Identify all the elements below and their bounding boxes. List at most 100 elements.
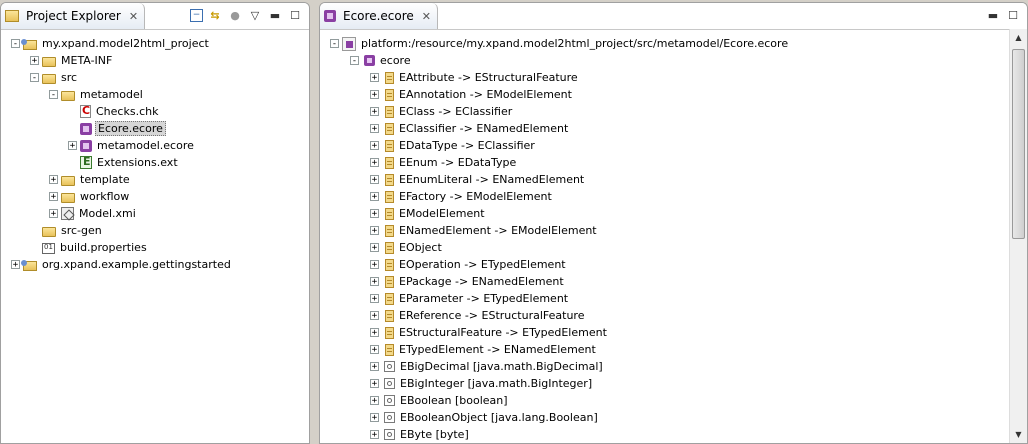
ecore-item[interactable]: + ETypedElement -> ENamedElement: [370, 341, 598, 358]
ecore-item[interactable]: + ENamedElement -> EModelElement: [370, 222, 599, 239]
tree-item-label: build.properties: [60, 241, 147, 254]
expand-icon[interactable]: +: [370, 175, 379, 185]
tree-item-label: EDataType -> EClassifier: [399, 139, 535, 152]
close-icon[interactable]: ✕: [422, 10, 431, 23]
tree-item[interactable]: - metamodel: [49, 86, 145, 103]
ecore-item[interactable]: + EAnnotation -> EModelElement: [370, 86, 574, 103]
tree-item[interactable]: + metamodel.ecore: [68, 137, 196, 154]
expand-icon[interactable]: +: [370, 124, 379, 134]
ecore-item[interactable]: + EParameter -> ETypedElement: [370, 290, 570, 307]
editor-tab-ecore[interactable]: Ecore.ecore ✕: [320, 3, 438, 29]
expand-icon[interactable]: +: [49, 209, 58, 219]
ecore-item[interactable]: + EBigDecimal [java.math.BigDecimal]: [370, 358, 605, 375]
ecore-item[interactable]: + EReference -> EStructuralFeature: [370, 307, 586, 324]
filter-icon[interactable]: ●: [227, 7, 243, 23]
expand-icon[interactable]: +: [370, 396, 379, 406]
ecore-item[interactable]: + EBoolean [boolean]: [370, 392, 510, 409]
tree-item[interactable]: - my.xpand.model2html_project: [11, 35, 211, 52]
expand-icon[interactable]: +: [370, 141, 379, 151]
tree-item[interactable]: Extensions.ext: [68, 154, 180, 171]
scroll-down-icon[interactable]: ▼: [1010, 426, 1027, 443]
ecore-item[interactable]: + EClassifier -> ENamedElement: [370, 120, 570, 137]
expand-icon[interactable]: +: [370, 73, 379, 83]
scroll-up-icon[interactable]: ▲: [1010, 29, 1027, 46]
link-with-editor-icon[interactable]: ⇆: [207, 7, 223, 23]
ecore-item[interactable]: + EByte [byte]: [370, 426, 471, 443]
collapse-all-icon[interactable]: −: [190, 8, 203, 22]
ecore-item[interactable]: + EDataType -> EClassifier: [370, 137, 537, 154]
expand-icon[interactable]: +: [370, 362, 379, 372]
expand-icon[interactable]: +: [370, 90, 379, 100]
expand-icon[interactable]: +: [370, 430, 379, 440]
package-icon: [364, 55, 375, 66]
expand-icon[interactable]: +: [370, 192, 379, 202]
expand-icon[interactable]: +: [370, 379, 379, 389]
expand-icon[interactable]: +: [30, 56, 39, 66]
project-explorer-tab[interactable]: Project Explorer ✕: [1, 3, 146, 29]
ecore-item[interactable]: + EFactory -> EModelElement: [370, 188, 554, 205]
ecore-item[interactable]: + EOperation -> ETypedElement: [370, 256, 568, 273]
tree-item-label: src: [61, 71, 78, 84]
tree-item-label: Ecore.ecore: [95, 121, 166, 136]
maximize-icon[interactable]: ☐: [287, 7, 303, 23]
expand-icon[interactable]: +: [49, 192, 58, 202]
ecore-item[interactable]: + EModelElement: [370, 205, 487, 222]
expand-icon[interactable]: +: [68, 141, 77, 151]
expand-icon[interactable]: +: [49, 175, 58, 185]
collapse-icon[interactable]: -: [30, 73, 39, 83]
tree-item[interactable]: - src: [30, 69, 79, 86]
tree-item[interactable]: Ecore.ecore: [68, 120, 166, 137]
package-node[interactable]: - ecore: [350, 52, 413, 69]
ecore-item[interactable]: + EAttribute -> EStructuralFeature: [370, 69, 580, 86]
tree-item[interactable]: src-gen: [30, 222, 104, 239]
expand-icon[interactable]: +: [370, 243, 379, 253]
tree-item[interactable]: Checks.chk: [68, 103, 160, 120]
tree-item-label: EByte [byte]: [400, 428, 469, 441]
expand-icon[interactable]: +: [370, 158, 379, 168]
ecore-item[interactable]: + EStructuralFeature -> ETypedElement: [370, 324, 609, 341]
tree-item-label: EBigDecimal [java.math.BigDecimal]: [400, 360, 603, 373]
expand-icon[interactable]: +: [370, 311, 379, 321]
tree-item[interactable]: + template: [49, 171, 132, 188]
tree-item[interactable]: + org.xpand.example.gettingstarted: [11, 256, 233, 273]
edatatype-icon: [384, 429, 395, 440]
expand-icon[interactable]: +: [370, 413, 379, 423]
expand-icon[interactable]: +: [370, 277, 379, 287]
collapse-icon[interactable]: -: [350, 56, 359, 66]
scrollbar-thumb[interactable]: [1012, 49, 1025, 239]
tree-item[interactable]: + META-INF: [30, 52, 114, 69]
expand-icon[interactable]: +: [370, 226, 379, 236]
ecore-item[interactable]: + EClass -> EClassifier: [370, 103, 514, 120]
close-icon[interactable]: ✕: [129, 10, 138, 23]
collapse-icon[interactable]: -: [49, 90, 58, 100]
tree-item[interactable]: + workflow: [49, 188, 131, 205]
ecore-item[interactable]: + EEnum -> EDataType: [370, 154, 518, 171]
ecore-item[interactable]: + EEnumLiteral -> ENamedElement: [370, 171, 586, 188]
expand-icon[interactable]: +: [370, 107, 379, 117]
tree-item-label: ecore: [380, 54, 411, 67]
tree-item[interactable]: build.properties: [30, 239, 149, 256]
ecore-item[interactable]: + EBigInteger [java.math.BigInteger]: [370, 375, 594, 392]
expand-icon[interactable]: +: [370, 294, 379, 304]
ecore-item[interactable]: + EPackage -> ENamedElement: [370, 273, 566, 290]
tree-item-label: EOperation -> ETypedElement: [399, 258, 566, 271]
tree-item[interactable]: + Model.xmi: [49, 205, 138, 222]
expand-icon[interactable]: +: [370, 260, 379, 270]
minimize-icon[interactable]: ▬: [985, 7, 1001, 23]
vertical-scrollbar[interactable]: ▲ ▼: [1009, 29, 1027, 443]
expand-icon[interactable]: +: [370, 328, 379, 338]
ecore-item[interactable]: + EBooleanObject [java.lang.Boolean]: [370, 409, 600, 426]
expand-icon[interactable]: +: [370, 209, 379, 219]
view-menu-icon[interactable]: ▽: [247, 7, 263, 23]
resource-node[interactable]: - platform:/resource/my.xpand.model2html_…: [330, 35, 790, 52]
maximize-icon[interactable]: ☐: [1005, 7, 1021, 23]
expand-icon[interactable]: +: [11, 260, 20, 270]
eclass-icon: [385, 88, 394, 101]
tree-item-label: my.xpand.model2html_project: [42, 37, 209, 50]
ecore-item[interactable]: + EObject: [370, 239, 444, 256]
minimize-icon[interactable]: ▬: [267, 7, 283, 23]
tree-item-label: ETypedElement -> ENamedElement: [399, 343, 596, 356]
collapse-icon[interactable]: -: [330, 39, 339, 49]
collapse-icon[interactable]: -: [11, 39, 20, 49]
expand-icon[interactable]: +: [370, 345, 379, 355]
